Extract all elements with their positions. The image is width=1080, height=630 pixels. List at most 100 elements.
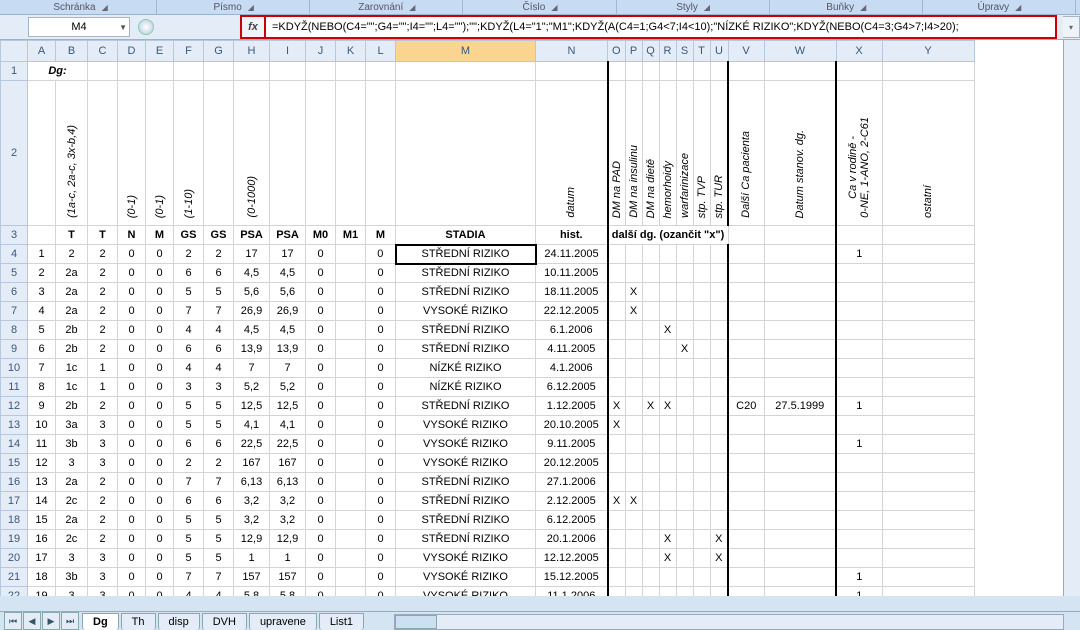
cell[interactable] [676,587,693,597]
cell[interactable]: další dg. (ozančit "x") [608,226,729,245]
cell[interactable]: VYSOKÉ RIZIKO [396,435,536,454]
cell[interactable] [728,549,764,568]
cell[interactable]: 0 [366,435,396,454]
cell[interactable]: 18.11.2005 [536,283,608,302]
cell[interactable] [693,359,710,378]
cancel-formula-icon[interactable] [138,19,154,35]
cell[interactable]: 7 [204,473,234,492]
col-header[interactable]: H [234,41,270,62]
cell[interactable] [710,359,728,378]
cell[interactable] [882,454,974,473]
cell[interactable]: 1 [88,359,118,378]
cell[interactable]: 0 [306,530,336,549]
cell[interactable]: 5,6 [234,283,270,302]
cell[interactable] [728,226,764,245]
cell[interactable]: 0 [306,416,336,435]
cell[interactable]: 6 [174,492,204,511]
cell[interactable] [659,340,676,359]
cell[interactable] [882,492,974,511]
cell[interactable] [710,587,728,597]
cell[interactable] [608,264,626,283]
row-header[interactable]: 22 [1,587,28,597]
sheet-tab[interactable]: Th [121,613,156,630]
cell[interactable]: 0 [118,511,146,530]
cell[interactable] [608,530,626,549]
col-header[interactable]: T [693,41,710,62]
cell[interactable]: 0 [146,454,174,473]
cell[interactable]: 1 [836,397,882,416]
cell[interactable]: 5 [204,549,234,568]
cell[interactable]: Ca v rodině -0-NE, 1-ANO, 2-C61 [836,81,882,226]
cell[interactable]: STŘEDNÍ RIZIKO [396,264,536,283]
cell[interactable]: X [608,416,626,435]
ribbon-group[interactable]: Styly◢ [617,2,770,13]
cell[interactable]: T [88,226,118,245]
cell[interactable]: 22.12.2005 [536,302,608,321]
col-header[interactable]: R [659,41,676,62]
cell[interactable]: 4 [28,302,56,321]
cell[interactable] [642,302,659,321]
col-header[interactable]: B [56,41,88,62]
cell[interactable]: 0 [306,454,336,473]
cell[interactable] [836,226,882,245]
cell[interactable]: 0 [366,549,396,568]
cell[interactable] [204,62,234,81]
cell[interactable] [882,530,974,549]
cell[interactable]: 0 [118,245,146,264]
cell[interactable] [270,81,306,226]
cell[interactable]: stp. TVP [693,81,710,226]
cell[interactable] [625,397,642,416]
cell[interactable]: 0 [118,435,146,454]
cell[interactable] [336,245,366,264]
row-header[interactable]: 15 [1,454,28,473]
cell[interactable] [608,359,626,378]
cell[interactable] [764,454,836,473]
cell[interactable]: 5 [204,511,234,530]
col-header[interactable]: D [118,41,146,62]
cell[interactable]: 26,9 [270,302,306,321]
cell[interactable] [710,62,728,81]
cell[interactable] [728,454,764,473]
cell[interactable]: 7 [204,568,234,587]
cell[interactable]: 0 [118,549,146,568]
cell[interactable] [676,264,693,283]
cell[interactable]: 6 [28,340,56,359]
cell[interactable]: 2 [204,454,234,473]
cell[interactable] [728,62,764,81]
row-header[interactable]: 7 [1,302,28,321]
cell[interactable]: 2 [88,397,118,416]
cell[interactable]: 0 [146,473,174,492]
cell[interactable]: Další Ca pacienta [728,81,764,226]
cell[interactable] [336,454,366,473]
cell[interactable]: 167 [234,454,270,473]
cell[interactable] [608,435,626,454]
cell[interactable]: 7 [174,473,204,492]
cell[interactable] [642,378,659,397]
cell[interactable] [336,587,366,597]
cell[interactable]: 24.11.2005 [536,245,608,264]
cell[interactable] [676,245,693,264]
cell[interactable] [625,549,642,568]
cell[interactable] [836,283,882,302]
cell[interactable]: STŘEDNÍ RIZIKO [396,397,536,416]
cell[interactable] [764,340,836,359]
cell[interactable]: M [146,226,174,245]
cell[interactable] [728,359,764,378]
cell[interactable]: 12 [28,454,56,473]
cell[interactable]: 2 [88,492,118,511]
cell[interactable]: 0 [366,378,396,397]
cell[interactable] [693,587,710,597]
cell[interactable] [659,302,676,321]
col-header[interactable]: Q [642,41,659,62]
cell[interactable] [608,283,626,302]
cell[interactable]: STŘEDNÍ RIZIKO [396,245,536,264]
cell[interactable]: 1 [836,435,882,454]
cell[interactable]: 5,8 [270,587,306,597]
cell[interactable] [608,340,626,359]
cell[interactable]: PSA [270,226,306,245]
cell[interactable]: C20 [728,397,764,416]
cell[interactable] [336,530,366,549]
cell[interactable]: 0 [366,473,396,492]
cell[interactable]: 6 [174,264,204,283]
cell[interactable] [836,416,882,435]
